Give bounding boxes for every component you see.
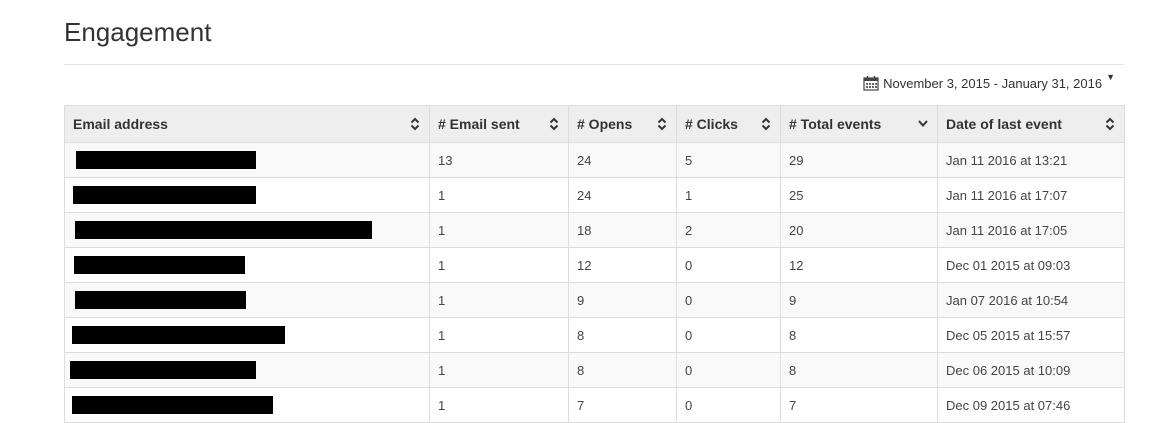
cell-opens: 24	[568, 142, 677, 178]
cell-opens: 7	[568, 387, 677, 423]
cell-total-events: 12	[780, 247, 938, 283]
table-row: 13 24 5 29 Jan 11 2016 at 13:21	[64, 142, 1125, 178]
table-row: 1 9 0 9 Jan 07 2016 at 10:54	[64, 282, 1125, 318]
column-header-label: # Clicks	[685, 116, 738, 132]
cell-clicks: 0	[676, 387, 781, 423]
cell-total-events: 20	[780, 212, 938, 248]
cell-last-event: Jan 11 2016 at 13:21	[937, 142, 1125, 178]
redacted-email	[74, 256, 245, 274]
cell-last-event: Dec 05 2015 at 15:57	[937, 317, 1125, 353]
table-header-row: Email address # Email sent # Opens # Cli…	[64, 105, 1125, 143]
redacted-email	[70, 361, 256, 379]
redacted-email	[73, 186, 256, 204]
cell-email	[64, 317, 430, 353]
column-header-opens[interactable]: # Opens	[568, 105, 677, 143]
sort-icon	[1105, 117, 1115, 131]
cell-email-sent: 1	[429, 352, 569, 388]
cell-email-sent: 1	[429, 387, 569, 423]
cell-clicks: 0	[676, 317, 781, 353]
date-range-picker[interactable]: November 3, 2015 - January 31, 2016 ▼	[863, 72, 1115, 91]
cell-clicks: 5	[676, 142, 781, 178]
column-header-total-events[interactable]: # Total events	[780, 105, 938, 143]
cell-clicks: 0	[676, 352, 781, 388]
column-header-label: # Opens	[577, 116, 633, 132]
cell-email	[64, 387, 430, 423]
redacted-email	[75, 221, 372, 239]
cell-last-event: Jan 11 2016 at 17:07	[937, 177, 1125, 213]
cell-opens: 8	[568, 352, 677, 388]
sort-icon	[549, 117, 559, 131]
table-row: 1 7 0 7 Dec 09 2015 at 07:46	[64, 387, 1125, 423]
cell-opens: 24	[568, 177, 677, 213]
cell-last-event: Dec 09 2015 at 07:46	[937, 387, 1125, 423]
title-divider	[64, 64, 1124, 65]
cell-email	[64, 247, 430, 283]
cell-clicks: 0	[676, 247, 781, 283]
column-header-email[interactable]: Email address	[64, 105, 430, 143]
cell-email	[64, 212, 430, 248]
cell-last-event: Dec 01 2015 at 09:03	[937, 247, 1125, 283]
cell-email-sent: 1	[429, 317, 569, 353]
cell-last-event: Dec 06 2015 at 10:09	[937, 352, 1125, 388]
table-row: 1 12 0 12 Dec 01 2015 at 09:03	[64, 247, 1125, 283]
sort-icon	[410, 117, 420, 131]
cell-opens: 12	[568, 247, 677, 283]
cell-email-sent: 1	[429, 177, 569, 213]
cell-opens: 9	[568, 282, 677, 318]
cell-email	[64, 177, 430, 213]
engagement-table: Email address # Email sent # Opens # Cli…	[64, 105, 1125, 423]
column-header-email-sent[interactable]: # Email sent	[429, 105, 569, 143]
cell-email-sent: 1	[429, 212, 569, 248]
cell-total-events: 25	[780, 177, 938, 213]
cell-last-event: Jan 11 2016 at 17:05	[937, 212, 1125, 248]
column-header-label: # Total events	[789, 116, 882, 132]
redacted-email	[76, 151, 256, 169]
cell-last-event: Jan 07 2016 at 10:54	[937, 282, 1125, 318]
redacted-email	[72, 326, 285, 344]
caret-down-icon: ▼	[1106, 72, 1115, 82]
cell-email	[64, 142, 430, 178]
cell-email-sent: 1	[429, 282, 569, 318]
redacted-email	[72, 396, 273, 414]
column-header-label: Email address	[73, 116, 168, 132]
cell-clicks: 0	[676, 282, 781, 318]
sort-icon	[761, 117, 771, 131]
cell-email	[64, 352, 430, 388]
sort-icon	[657, 117, 667, 131]
cell-email	[64, 282, 430, 318]
cell-total-events: 9	[780, 282, 938, 318]
cell-total-events: 8	[780, 317, 938, 353]
cell-total-events: 7	[780, 387, 938, 423]
redacted-email	[75, 291, 246, 309]
cell-total-events: 29	[780, 142, 938, 178]
sort-desc-icon	[918, 120, 928, 128]
date-range-label: November 3, 2015 - January 31, 2016	[883, 75, 1103, 91]
cell-clicks: 2	[676, 212, 781, 248]
table-row: 1 8 0 8 Dec 06 2015 at 10:09	[64, 352, 1125, 388]
cell-opens: 8	[568, 317, 677, 353]
cell-total-events: 8	[780, 352, 938, 388]
table-row: 1 8 0 8 Dec 05 2015 at 15:57	[64, 317, 1125, 353]
table-row: 1 18 2 20 Jan 11 2016 at 17:05	[64, 212, 1125, 248]
column-header-label: Date of last event	[946, 116, 1062, 132]
table-row: 1 24 1 25 Jan 11 2016 at 17:07	[64, 177, 1125, 213]
calendar-icon	[863, 76, 879, 91]
cell-opens: 18	[568, 212, 677, 248]
column-header-clicks[interactable]: # Clicks	[676, 105, 781, 143]
cell-email-sent: 13	[429, 142, 569, 178]
cell-clicks: 1	[676, 177, 781, 213]
column-header-label: # Email sent	[438, 116, 520, 132]
page-title: Engagement	[64, 17, 212, 47]
column-header-last-event[interactable]: Date of last event	[937, 105, 1125, 143]
cell-email-sent: 1	[429, 247, 569, 283]
